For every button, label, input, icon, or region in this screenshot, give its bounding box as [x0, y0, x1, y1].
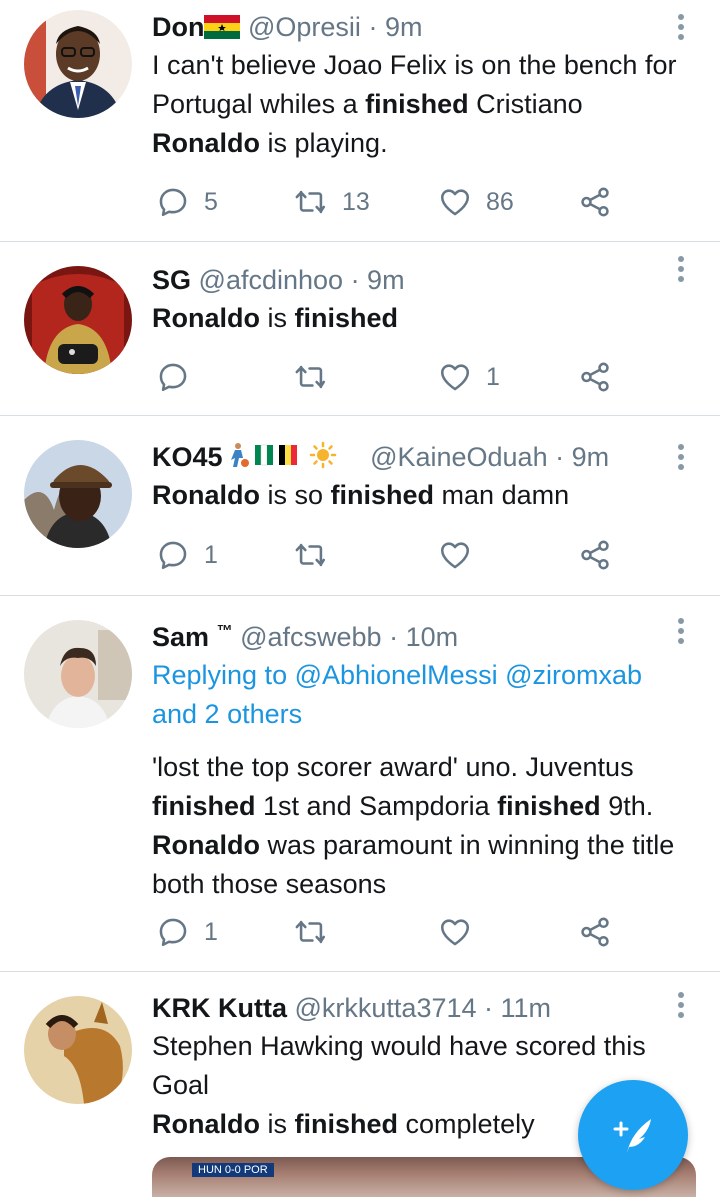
- share-button[interactable]: [578, 535, 612, 575]
- reply-count: 1: [204, 540, 218, 569]
- display-name[interactable]: KRK Kutta: [152, 993, 287, 1023]
- reply-button[interactable]: [156, 357, 204, 397]
- heart-icon: [440, 189, 470, 216]
- avatar[interactable]: [24, 10, 132, 118]
- reply-users-link[interactable]: @AbhionelMessi @ziromxab: [295, 660, 642, 690]
- tweet[interactable]: Don @Opresii · 9m I can't believe Joao F…: [0, 0, 720, 242]
- retweet-button[interactable]: [294, 357, 342, 397]
- heart-icon: [440, 364, 470, 391]
- avatar-image: [24, 620, 132, 728]
- trademark-symbol: ™: [216, 623, 233, 640]
- like-count: 86: [486, 187, 514, 216]
- heart-icon: [440, 919, 470, 946]
- timestamp[interactable]: · 11m: [484, 993, 551, 1023]
- display-name[interactable]: KO45: [152, 442, 223, 472]
- share-button[interactable]: [578, 182, 612, 222]
- avatar[interactable]: [24, 996, 132, 1104]
- timeline-feed: Don @Opresii · 9m I can't believe Joao F…: [0, 0, 720, 1202]
- reply-icon: [159, 363, 187, 392]
- tweet-text: Ronaldo is so finished man damn: [152, 480, 570, 510]
- tweet[interactable]: SG @afcdinhoo · 9m Ronaldo is finished 1: [0, 242, 720, 416]
- reply-icon: [159, 541, 187, 570]
- reply-count: 5: [204, 187, 218, 216]
- user-handle[interactable]: @afcdinhoo: [199, 265, 344, 295]
- share-icon: [581, 540, 609, 570]
- display-name[interactable]: SG: [152, 265, 191, 295]
- heart-icon: [440, 542, 470, 569]
- retweet-icon: [295, 365, 326, 389]
- reply-icon: [159, 918, 187, 947]
- tweet-header: SG @afcdinhoo · 9m: [152, 261, 680, 299]
- retweet-button[interactable]: 13: [294, 182, 370, 222]
- share-button[interactable]: [578, 912, 612, 952]
- reply-count: 1: [204, 917, 218, 946]
- timestamp[interactable]: · 9m: [368, 12, 422, 42]
- compose-tweet-icon: [613, 1119, 651, 1153]
- avatar-image: [24, 996, 132, 1104]
- user-handle[interactable]: @afcswebb: [240, 622, 381, 652]
- display-name[interactable]: Don: [152, 12, 204, 42]
- reply-others-link[interactable]: and 2 others: [152, 699, 302, 729]
- tweet-actions: 5 13 86: [152, 182, 680, 222]
- reply-button[interactable]: 5: [156, 182, 218, 222]
- avatar-image: [24, 266, 132, 374]
- user-handle[interactable]: @krkkutta3714: [295, 993, 477, 1023]
- tweet-actions: 1: [152, 357, 680, 397]
- like-button[interactable]: [438, 912, 486, 952]
- tweet[interactable]: KO45 @KaineOduah · 9m Ronaldo is so fini…: [0, 416, 720, 596]
- avatar[interactable]: [24, 620, 132, 728]
- tweet-header: Don @Opresii · 9m: [152, 8, 680, 46]
- timestamp[interactable]: · 9m: [555, 442, 609, 472]
- tweet-text: I can't believe Joao Felix is on the ben…: [152, 50, 677, 158]
- retweet-button[interactable]: [294, 535, 342, 575]
- retweet-icon: [295, 543, 326, 567]
- share-button[interactable]: [578, 357, 612, 397]
- display-name[interactable]: Sam: [152, 622, 209, 652]
- retweet-icon: [295, 920, 326, 944]
- like-button[interactable]: 1: [438, 357, 500, 397]
- compose-tweet-button[interactable]: [578, 1080, 688, 1190]
- media-scoreboard: HUN 0-0 POR: [192, 1163, 274, 1177]
- replying-to: Replying to @AbhionelMessi @ziromxab and …: [152, 660, 643, 729]
- tweet-text: Ronaldo is finished: [152, 303, 399, 333]
- reply-icon: [159, 188, 187, 217]
- retweet-button[interactable]: [294, 912, 342, 952]
- share-icon: [581, 917, 609, 947]
- tweet-actions: 1: [152, 535, 680, 575]
- tweet-header: Sam ™ @afcswebb · 10m: [152, 613, 680, 656]
- user-handle[interactable]: @KaineOduah: [370, 442, 548, 472]
- user-handle[interactable]: @Opresii: [248, 12, 361, 42]
- timestamp[interactable]: · 9m: [351, 265, 405, 295]
- avatar-image: [24, 440, 132, 548]
- timestamp[interactable]: · 10m: [389, 622, 458, 652]
- retweet-icon: [295, 190, 326, 214]
- like-button[interactable]: [438, 535, 486, 575]
- emoji-flags: [230, 441, 336, 469]
- share-icon: [581, 187, 609, 217]
- like-count: 1: [486, 362, 500, 391]
- tweet-actions: 1: [152, 912, 680, 952]
- avatar-image: [24, 10, 132, 118]
- tweet-header: KRK Kutta @krkkutta3714 · 11m: [152, 989, 680, 1027]
- ghana-flag-emoji: [204, 15, 241, 39]
- share-icon: [581, 362, 609, 392]
- retweet-count: 13: [342, 187, 370, 216]
- tweet[interactable]: Sam ™ @afcswebb · 10m Replying to @Abhio…: [0, 596, 720, 972]
- reply-button[interactable]: 1: [156, 535, 218, 575]
- tweet-text: 'lost the top scorer award' uno. Juventu…: [152, 752, 675, 899]
- tweet-header: KO45 @KaineOduah · 9m: [152, 438, 680, 476]
- avatar[interactable]: [24, 440, 132, 548]
- reply-button[interactable]: 1: [156, 912, 218, 952]
- like-button[interactable]: 86: [438, 182, 514, 222]
- avatar[interactable]: [24, 266, 132, 374]
